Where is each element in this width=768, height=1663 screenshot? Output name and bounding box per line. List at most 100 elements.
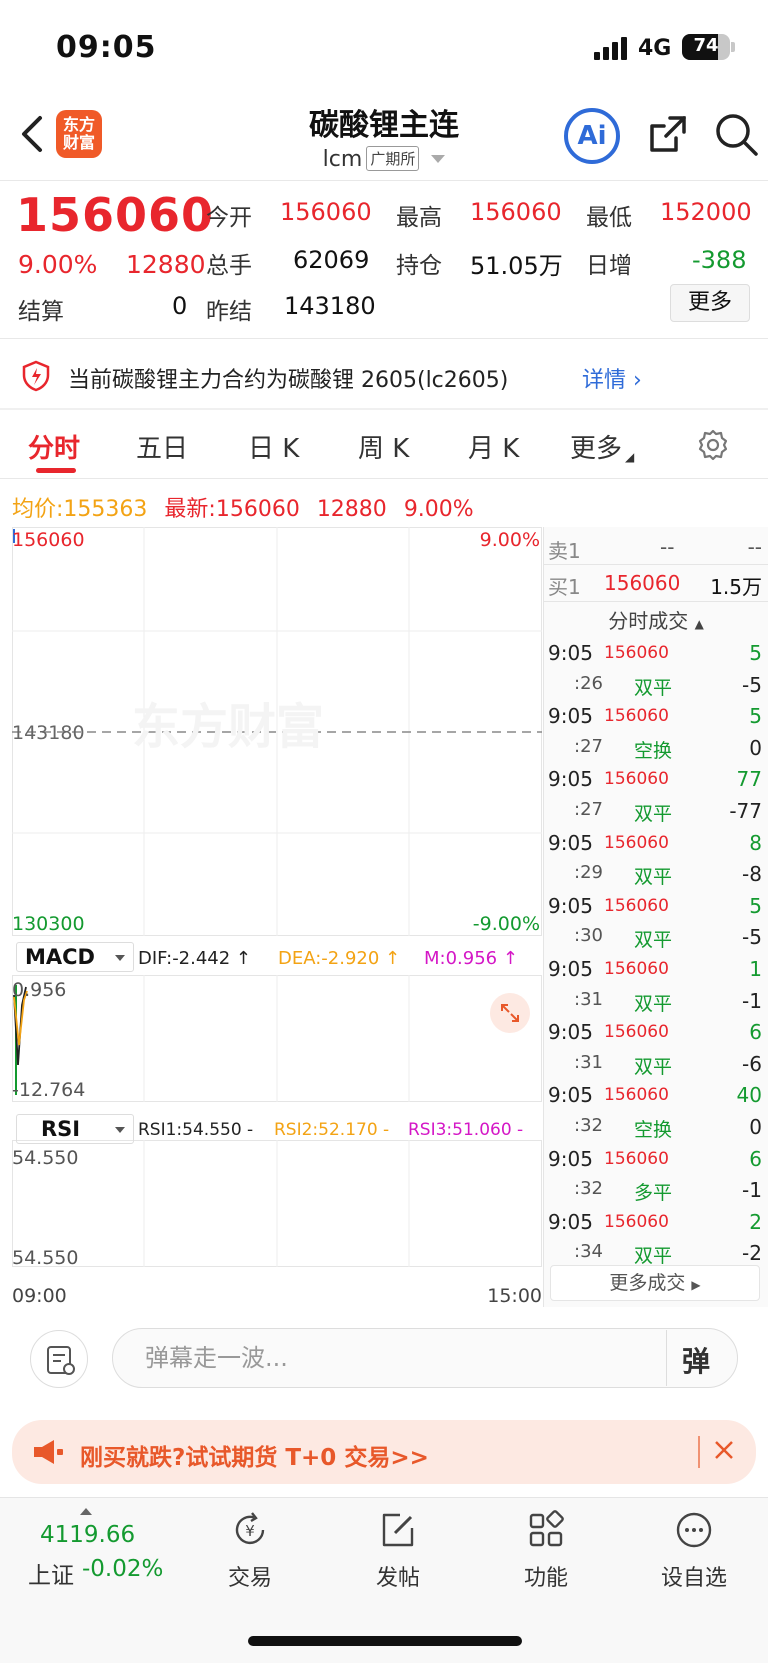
- tick-price: 156060: [604, 1211, 669, 1232]
- tick-row: 9:05 156060 5: [544, 892, 768, 924]
- tab-five-day[interactable]: 五日: [136, 428, 188, 465]
- tick-oi-change: -6: [742, 1051, 762, 1076]
- signal-icon: [594, 36, 630, 60]
- index-change: -0.02%: [82, 1556, 164, 1582]
- shield-icon: [22, 360, 50, 392]
- ai-button[interactable]: Ai: [564, 108, 620, 164]
- index-ticker[interactable]: 4119.66 上证 -0.02%: [20, 1508, 180, 1589]
- order-book-panel: 卖1 -- -- 买1 156060 1.5万 分时成交 ▲ 9:05 15606…: [543, 527, 768, 1307]
- open-label: 今开: [206, 205, 252, 231]
- nav-add-watchlist-label: 设自选: [660, 1566, 727, 1591]
- tick-time: 9:05: [548, 957, 593, 981]
- tick-oi-change: -1: [742, 1178, 762, 1203]
- tick-row: 9:05 156060 1: [544, 955, 768, 987]
- share-button[interactable]: [646, 112, 690, 156]
- volume-label: 总手: [206, 253, 252, 279]
- tick-oi-change: -1: [742, 988, 762, 1013]
- tick-detail-row: :29 双平 -8: [544, 860, 768, 892]
- tick-oi-change: -2: [742, 1241, 762, 1266]
- tab-intraday[interactable]: 分时: [28, 428, 80, 465]
- tick-time: 9:05: [548, 1020, 593, 1045]
- more-ticks-button[interactable]: 更多成交 ▶: [550, 1265, 760, 1301]
- tick-time: 9:05: [548, 1083, 593, 1108]
- search-button[interactable]: [714, 112, 760, 158]
- tick-type: 空换: [634, 1119, 673, 1141]
- open-interest-value: 51.05万: [470, 252, 563, 280]
- tick-seconds: :31: [574, 988, 603, 1010]
- tick-time: 9:05: [548, 704, 593, 729]
- tab-monthly-k[interactable]: 月 K: [468, 428, 519, 465]
- document-settings-icon: [47, 1346, 75, 1375]
- tab-more[interactable]: 更多 ◢: [570, 428, 634, 465]
- tick-price: 156060: [604, 1148, 669, 1169]
- notice-detail-link[interactable]: 详情 ›: [582, 362, 642, 394]
- macd-dea: DEA:-2.920 ↑: [278, 948, 401, 969]
- chart-top-price: 156060: [12, 529, 85, 551]
- tab-weekly-k[interactable]: 周 K: [358, 428, 409, 465]
- tick-seconds: :31: [574, 1051, 603, 1073]
- chart-prev-settle: 143180: [12, 722, 85, 744]
- buy1-volume: 1.5万: [710, 575, 762, 599]
- tab-daily-k[interactable]: 日 K: [248, 428, 299, 465]
- rsi-selector[interactable]: RSI: [16, 1114, 134, 1144]
- macd-selector[interactable]: MACD: [16, 942, 134, 972]
- tick-detail-row: :26 双平 -5: [544, 671, 768, 703]
- tick-volume: 6: [749, 1146, 762, 1171]
- avg-value: 155363: [63, 497, 148, 522]
- tick-time: 9:05: [548, 1146, 593, 1171]
- megaphone-icon: [32, 1438, 64, 1470]
- more-quote-button[interactable]: 更多: [670, 284, 750, 322]
- prev-settle-value: 143180: [284, 292, 376, 320]
- time-axis-end: 15:00: [487, 1285, 542, 1307]
- tick-volume: 5: [749, 704, 762, 729]
- tick-row: 9:05 156060 2: [544, 1208, 768, 1240]
- tick-oi-change: -5: [742, 672, 762, 697]
- danmaku-settings-button[interactable]: [30, 1330, 88, 1388]
- tick-oi-change: -5: [742, 925, 762, 950]
- tick-type: 双平: [634, 803, 673, 825]
- tick-time: 9:05: [548, 893, 593, 918]
- macd-indicator-bar: MACD DIF:-2.442 ↑ DEA:-2.920 ↑ M:0.956 ↑: [12, 940, 542, 974]
- sell1-row: 卖1 -- --: [544, 533, 768, 565]
- tick-time: 9:05: [548, 1209, 593, 1234]
- tick-row: 9:05 156060 6: [544, 1145, 768, 1177]
- danmaku-input[interactable]: 弹幕走一波...: [112, 1328, 738, 1388]
- tick-seconds: :34: [574, 1241, 603, 1263]
- tick-price: 156060: [604, 1022, 669, 1043]
- tick-oi-change: -8: [742, 862, 762, 887]
- promo-close-button[interactable]: [712, 1432, 736, 1470]
- search-icon: [716, 114, 758, 156]
- back-button[interactable]: [18, 112, 48, 156]
- tick-oi-change: 0: [749, 735, 762, 760]
- volume-value: 62069: [293, 246, 370, 274]
- tick-oi-change: -77: [729, 799, 762, 823]
- danmaku-divider: [666, 1330, 667, 1386]
- contract-selector[interactable]: lcm 广期所: [200, 146, 568, 172]
- edit-icon: [382, 1513, 414, 1547]
- danmaku-send-label: 弹: [682, 1345, 711, 1378]
- page-title: 碳酸锂主连: [309, 108, 459, 143]
- tick-seconds: :30: [574, 925, 603, 947]
- daily-increase-value: -388: [692, 246, 747, 274]
- promo-divider: [698, 1436, 700, 1468]
- chart-bottom-price: 130300: [12, 913, 85, 935]
- buy1-label: 买1: [548, 575, 581, 599]
- change-percent: 9.00%: [18, 250, 98, 279]
- tick-volume: 2: [749, 1209, 762, 1234]
- app-logo[interactable]: 东方 财富: [56, 110, 102, 158]
- ticks-header[interactable]: 分时成交 ▲: [544, 605, 768, 637]
- contract-code: lcm: [322, 147, 363, 172]
- network-label: 4G: [638, 36, 672, 61]
- tick-price: 156060: [604, 959, 669, 979]
- settings-button[interactable]: [696, 428, 730, 462]
- more-ticks-label: 更多成交: [609, 1272, 686, 1294]
- open-value: 156060: [280, 198, 372, 226]
- tick-type: 双平: [634, 1055, 673, 1078]
- intraday-chart[interactable]: 东方财富 156060 9.00% 143180 130300 -9.00% 0…: [12, 527, 542, 1307]
- tick-price: 156060: [604, 706, 669, 727]
- danmaku-send-button[interactable]: 弹: [682, 1340, 710, 1380]
- rsi2-value: RSI2:52.170 -: [274, 1120, 390, 1140]
- sell1-label: 卖1: [548, 539, 581, 563]
- tick-seconds: :32: [574, 1178, 603, 1200]
- expand-chart-button[interactable]: [490, 993, 530, 1033]
